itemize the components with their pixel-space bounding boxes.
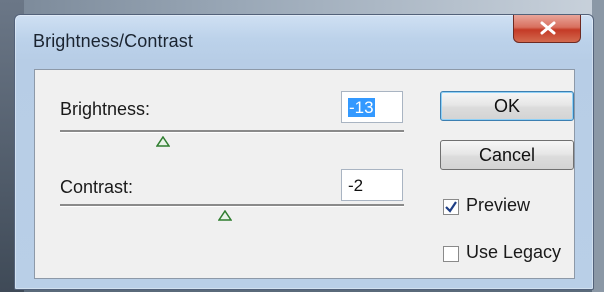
brightness-contrast-dialog: Brightness/Contrast Brightness: -13 Cont…	[14, 14, 594, 290]
use-legacy-label[interactable]: Use Legacy	[466, 242, 561, 263]
dialog-title: Brightness/Contrast	[33, 31, 193, 51]
dialog-client-area: Brightness: -13 Contrast: -2 OK Cancel P…	[34, 69, 575, 279]
brightness-input[interactable]: -13	[341, 91, 403, 123]
close-icon	[540, 21, 556, 35]
brightness-slider[interactable]	[60, 130, 404, 133]
contrast-slider-thumb[interactable]	[218, 210, 233, 221]
preview-label[interactable]: Preview	[466, 195, 530, 216]
cancel-button[interactable]: Cancel	[440, 140, 574, 170]
preview-checkbox[interactable]	[443, 199, 459, 215]
brightness-label: Brightness:	[60, 99, 151, 119]
checkmark-icon	[445, 201, 457, 213]
brightness-value: -13	[348, 98, 375, 117]
close-button[interactable]	[513, 15, 581, 43]
use-legacy-checkbox[interactable]	[443, 246, 459, 262]
contrast-value: -2	[348, 176, 364, 195]
ok-button[interactable]: OK	[440, 91, 574, 121]
contrast-label: Contrast:	[60, 177, 134, 197]
contrast-input[interactable]: -2	[341, 169, 403, 201]
brightness-slider-thumb[interactable]	[156, 136, 171, 147]
contrast-slider[interactable]	[60, 204, 404, 207]
